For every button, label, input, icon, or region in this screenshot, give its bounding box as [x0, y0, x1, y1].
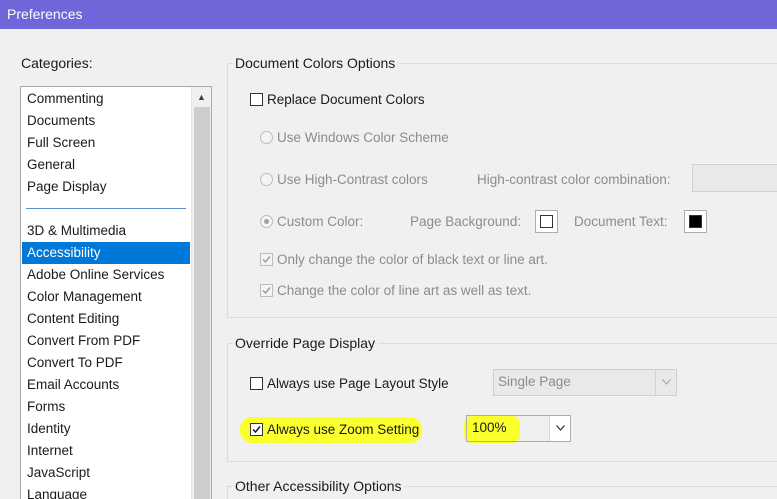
- zoom-setting-value: 100%: [472, 420, 507, 435]
- replace-document-colors-checkbox[interactable]: [250, 93, 263, 106]
- custom-color-radio[interactable]: [260, 215, 273, 228]
- document-colors-title: Document Colors Options: [232, 55, 399, 71]
- category-item-adobe-online-services[interactable]: Adobe Online Services: [22, 264, 190, 286]
- category-item-convert-to-pdf[interactable]: Convert To PDF: [22, 352, 190, 374]
- category-item-3d-multimedia[interactable]: 3D & Multimedia: [22, 220, 190, 242]
- scroll-thumb[interactable]: [194, 107, 210, 499]
- only-change-black-label: Only change the color of black text or l…: [277, 252, 548, 267]
- windows-color-scheme-radio[interactable]: [260, 131, 273, 144]
- category-item-full-screen[interactable]: Full Screen: [22, 132, 190, 154]
- high-contrast-combo-label: High-contrast color combination:: [477, 172, 671, 187]
- category-item-forms[interactable]: Forms: [22, 396, 190, 418]
- page-layout-style-checkbox[interactable]: [250, 377, 263, 390]
- document-text-label: Document Text:: [574, 214, 668, 229]
- category-item-accessibility[interactable]: Accessibility: [22, 242, 190, 264]
- category-item-content-editing[interactable]: Content Editing: [22, 308, 190, 330]
- category-item-email-accounts[interactable]: Email Accounts: [22, 374, 190, 396]
- document-text-swatch[interactable]: [684, 210, 707, 233]
- zoom-setting-checkbox[interactable]: [250, 423, 263, 436]
- page-background-label: Page Background:: [410, 214, 522, 229]
- high-contrast-combo[interactable]: [692, 164, 777, 192]
- replace-document-colors-label: Replace Document Colors: [267, 92, 425, 107]
- page-layout-style-value: Single Page: [498, 374, 571, 389]
- zoom-setting-select[interactable]: 100%: [466, 415, 571, 442]
- zoom-setting-label: Always use Zoom Setting: [267, 422, 420, 437]
- only-change-black-checkbox[interactable]: [260, 253, 273, 266]
- window-titlebar: Preferences: [0, 0, 777, 29]
- chevron-down-icon: [655, 370, 676, 395]
- category-item-page-display[interactable]: Page Display: [22, 176, 190, 198]
- category-item-general[interactable]: General: [22, 154, 190, 176]
- page-layout-style-select[interactable]: Single Page: [493, 369, 677, 396]
- category-separator: [26, 208, 186, 209]
- window-title: Preferences: [7, 6, 83, 22]
- custom-color-label: Custom Color:: [277, 214, 364, 229]
- chevron-down-icon: [549, 416, 570, 441]
- scroll-up-arrow-icon[interactable]: ▲: [192, 87, 211, 107]
- document-text-color: [689, 215, 702, 228]
- categories-listbox[interactable]: Commenting Documents Full Screen General…: [20, 86, 212, 499]
- windows-color-scheme-label: Use Windows Color Scheme: [277, 130, 449, 145]
- override-page-display-title: Override Page Display: [232, 335, 379, 351]
- category-item-identity[interactable]: Identity: [22, 418, 190, 440]
- override-page-display-group: [227, 343, 777, 462]
- category-item-commenting[interactable]: Commenting: [22, 88, 190, 110]
- change-line-art-checkbox[interactable]: [260, 284, 273, 297]
- page-background-swatch[interactable]: [535, 210, 558, 233]
- category-item-javascript[interactable]: JavaScript: [22, 462, 190, 484]
- categories-scrollbar[interactable]: ▲: [191, 87, 211, 499]
- other-accessibility-title: Other Accessibility Options: [232, 478, 405, 494]
- category-item-language[interactable]: Language: [22, 484, 190, 499]
- category-item-color-management[interactable]: Color Management: [22, 286, 190, 308]
- high-contrast-label: Use High-Contrast colors: [277, 172, 428, 187]
- page-layout-style-label: Always use Page Layout Style: [267, 376, 449, 391]
- categories-label: Categories:: [21, 55, 93, 71]
- category-item-convert-from-pdf[interactable]: Convert From PDF: [22, 330, 190, 352]
- high-contrast-radio[interactable]: [260, 173, 273, 186]
- change-line-art-label: Change the color of line art as well as …: [277, 283, 532, 298]
- page-background-color: [540, 215, 553, 228]
- category-item-documents[interactable]: Documents: [22, 110, 190, 132]
- category-item-internet[interactable]: Internet: [22, 440, 190, 462]
